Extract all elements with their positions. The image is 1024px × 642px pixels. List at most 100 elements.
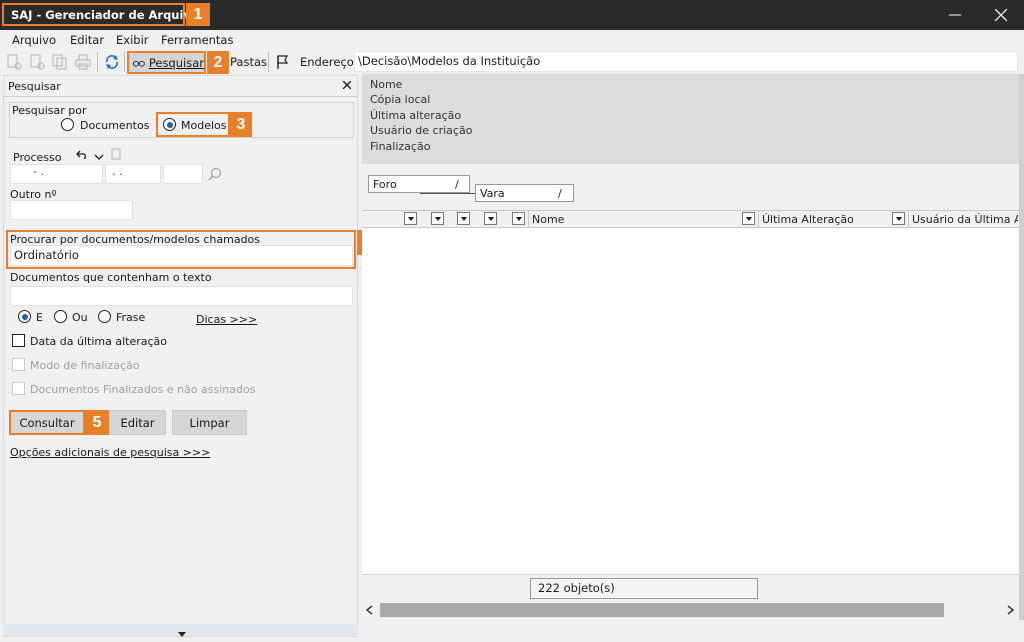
- toolbar-separator: [97, 52, 98, 72]
- bottom-strip: [362, 620, 1024, 642]
- window-title: SAJ - Gerenciador de Arquivos: [11, 7, 206, 22]
- scrollbar-thumb[interactable]: [380, 603, 944, 617]
- checkbox-finalized-unsigned[interactable]: [12, 382, 25, 395]
- radio-and[interactable]: [18, 310, 31, 323]
- column-header-last-change[interactable]: Última Alteração: [762, 213, 854, 226]
- radio-documents-label: Documentos: [80, 119, 150, 132]
- column-divider: [528, 211, 529, 227]
- toolbar-separator: [124, 52, 125, 72]
- close-button[interactable]: [978, 0, 1024, 30]
- process-field-1[interactable]: - .: [10, 164, 103, 184]
- more-options-link[interactable]: Opções adicionais de pesquisa >>>: [10, 446, 210, 459]
- radio-documents[interactable]: [61, 118, 74, 131]
- new-document-icon[interactable]: [6, 54, 22, 70]
- foro-group-field[interactable]: Foro /: [368, 175, 470, 193]
- step-badge-5: 5: [85, 410, 109, 435]
- prop-created-by: Usuário de criação: [370, 124, 473, 137]
- tips-link[interactable]: Dicas >>>: [196, 313, 257, 326]
- bookmark-icon[interactable]: [111, 148, 121, 163]
- checkbox-finalization-mode-label: Modo de finalização: [30, 359, 140, 372]
- vara-group-field[interactable]: Vara /: [475, 184, 574, 202]
- vertical-scrollbar[interactable]: [1019, 74, 1024, 620]
- foro-slash: /: [455, 178, 459, 191]
- contains-text-field[interactable]: [10, 286, 353, 306]
- consultar-button-label: Consultar: [19, 415, 75, 430]
- undo-icon[interactable]: [76, 149, 88, 162]
- checkbox-finalized-unsigned-label: Documentos Finalizados e não assinados: [30, 383, 256, 396]
- binoculars-icon: [133, 60, 145, 67]
- radio-phrase-label: Frase: [116, 311, 146, 324]
- minimize-icon: [949, 14, 961, 16]
- search-button[interactable]: Pesquisar: [127, 51, 206, 74]
- panel-close-button[interactable]: [340, 78, 354, 92]
- prop-name: Nome: [370, 78, 403, 91]
- column-dropdown-last-change[interactable]: [892, 212, 905, 225]
- foro-label: Foro: [373, 178, 397, 191]
- radio-or[interactable]: [54, 310, 67, 323]
- column-dropdown-3[interactable]: [457, 212, 470, 225]
- radio-models-label: Modelos: [181, 119, 227, 132]
- folders-button[interactable]: Pastas: [230, 55, 267, 69]
- limpar-button[interactable]: Limpar: [172, 410, 247, 435]
- step-badge-3: 3: [230, 112, 252, 137]
- column-dropdown-4[interactable]: [484, 212, 497, 225]
- results-grid[interactable]: [362, 228, 1020, 574]
- window-title-highlight: SAJ - Gerenciador de Arquivos: [2, 3, 206, 26]
- search-panel-title: Pesquisar: [8, 80, 61, 93]
- refresh-icon[interactable]: [104, 54, 120, 70]
- address-label: Endereço: [300, 55, 354, 69]
- radio-and-label: E: [36, 311, 43, 324]
- search-icon[interactable]: [208, 167, 222, 184]
- limpar-button-label: Limpar: [189, 415, 230, 430]
- new-model-icon[interactable]: [29, 54, 45, 70]
- menu-arquivo[interactable]: Arquivo: [12, 33, 56, 47]
- menu-editar[interactable]: Editar: [70, 33, 104, 47]
- address-field[interactable]: \Decisão\Modelos da Instituição: [354, 51, 1018, 72]
- object-count: 222 objeto(s): [530, 578, 758, 599]
- process-field-2[interactable]: . .: [105, 164, 161, 184]
- column-dropdown-1[interactable]: [404, 212, 417, 225]
- menu-bar: [0, 30, 1024, 50]
- menu-ferramentas[interactable]: Ferramentas: [161, 33, 233, 47]
- chevron-down-icon[interactable]: [94, 151, 104, 164]
- column-header-name[interactable]: Nome: [532, 213, 564, 226]
- menu-exibir[interactable]: Exibir: [116, 33, 149, 47]
- column-divider: [908, 211, 909, 227]
- scroll-right-icon[interactable]: [1007, 605, 1015, 618]
- group-connector: [420, 193, 475, 194]
- copy-icon[interactable]: [52, 54, 68, 70]
- checkbox-last-change[interactable]: [12, 334, 25, 347]
- editar-button-label: Editar: [120, 415, 155, 430]
- search-by-label: Pesquisar por: [12, 104, 87, 117]
- process-field-3[interactable]: [163, 164, 203, 184]
- other-number-field[interactable]: [10, 200, 133, 220]
- toolbar-separator: [268, 52, 269, 72]
- print-icon[interactable]: [75, 54, 91, 70]
- properties-panel: [362, 74, 1024, 164]
- minimize-button[interactable]: [932, 0, 978, 30]
- column-divider: [758, 211, 759, 227]
- column-dropdown-2[interactable]: [431, 212, 444, 225]
- column-dropdown-name[interactable]: [742, 212, 755, 225]
- prop-local-copy: Cópia local: [370, 93, 431, 106]
- radio-phrase[interactable]: [98, 310, 111, 323]
- vara-slash: /: [558, 187, 562, 200]
- find-by-name-field[interactable]: Ordinatório: [10, 245, 353, 266]
- process-label: Processo: [13, 151, 62, 164]
- pin-icon[interactable]: [274, 54, 290, 70]
- scroll-down-icon[interactable]: [178, 627, 186, 640]
- close-icon: [343, 81, 351, 89]
- consultar-button[interactable]: Consultar: [9, 410, 85, 435]
- prop-last-change: Última alteração: [370, 109, 462, 122]
- column-dropdown-5[interactable]: [512, 212, 525, 225]
- close-icon: [995, 9, 1007, 21]
- radio-models[interactable]: [163, 118, 176, 131]
- editar-button[interactable]: Editar: [109, 410, 166, 435]
- checkbox-finalization-mode[interactable]: [12, 358, 25, 371]
- search-button-label: Pesquisar: [148, 55, 204, 70]
- column-header-last-user[interactable]: Usuário da Última Alt: [912, 213, 1018, 226]
- scroll-left-icon[interactable]: [365, 605, 373, 618]
- prop-finalization: Finalização: [370, 140, 431, 153]
- vara-label: Vara: [480, 187, 505, 200]
- radio-or-label: Ou: [72, 311, 88, 324]
